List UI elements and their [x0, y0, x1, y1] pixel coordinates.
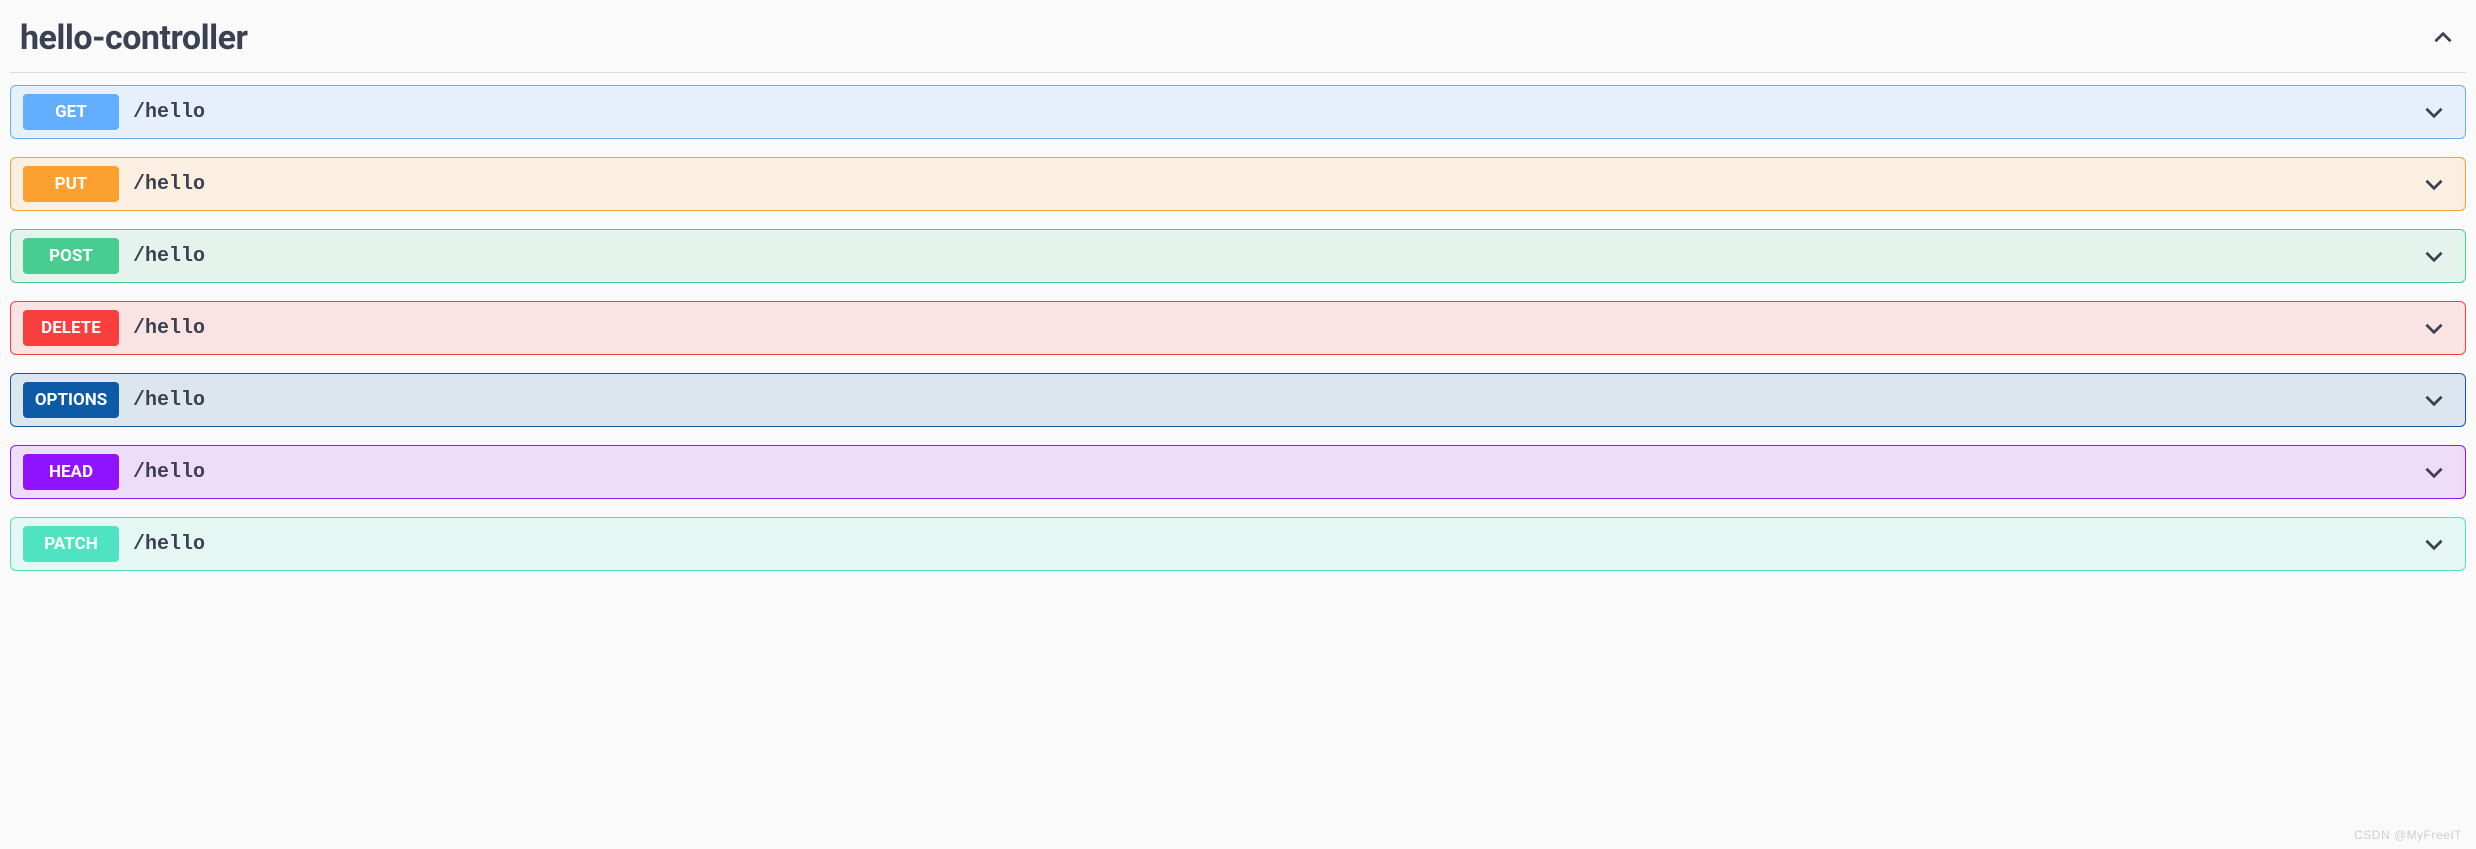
tag-title: hello-controller [20, 18, 247, 58]
method-badge: OPTIONS [23, 382, 119, 418]
operation-post-hello[interactable]: POST /hello [10, 229, 2466, 283]
operation-path: /hello [133, 245, 2421, 268]
chevron-up-icon [2430, 25, 2456, 51]
method-badge: DELETE [23, 310, 119, 346]
operation-path: /hello [133, 317, 2421, 340]
operation-path: /hello [133, 533, 2421, 556]
operation-delete-hello[interactable]: DELETE /hello [10, 301, 2466, 355]
operations-list: GET /hello PUT /hello POST /hello DELETE… [10, 85, 2466, 571]
operation-path: /hello [133, 101, 2421, 124]
method-badge: POST [23, 238, 119, 274]
chevron-down-icon [2421, 459, 2447, 485]
method-badge: PUT [23, 166, 119, 202]
operation-patch-hello[interactable]: PATCH /hello [10, 517, 2466, 571]
chevron-down-icon [2421, 171, 2447, 197]
operation-path: /hello [133, 389, 2421, 412]
method-badge: PATCH [23, 526, 119, 562]
chevron-down-icon [2421, 387, 2447, 413]
operation-path: /hello [133, 461, 2421, 484]
watermark: CSDN @MyFreeIT [2354, 828, 2462, 842]
operation-path: /hello [133, 173, 2421, 196]
method-badge: HEAD [23, 454, 119, 490]
chevron-down-icon [2421, 315, 2447, 341]
tag-header[interactable]: hello-controller [10, 8, 2466, 73]
chevron-down-icon [2421, 531, 2447, 557]
operation-options-hello[interactable]: OPTIONS /hello [10, 373, 2466, 427]
chevron-down-icon [2421, 243, 2447, 269]
operation-head-hello[interactable]: HEAD /hello [10, 445, 2466, 499]
method-badge: GET [23, 94, 119, 130]
operation-get-hello[interactable]: GET /hello [10, 85, 2466, 139]
operation-put-hello[interactable]: PUT /hello [10, 157, 2466, 211]
chevron-down-icon [2421, 99, 2447, 125]
